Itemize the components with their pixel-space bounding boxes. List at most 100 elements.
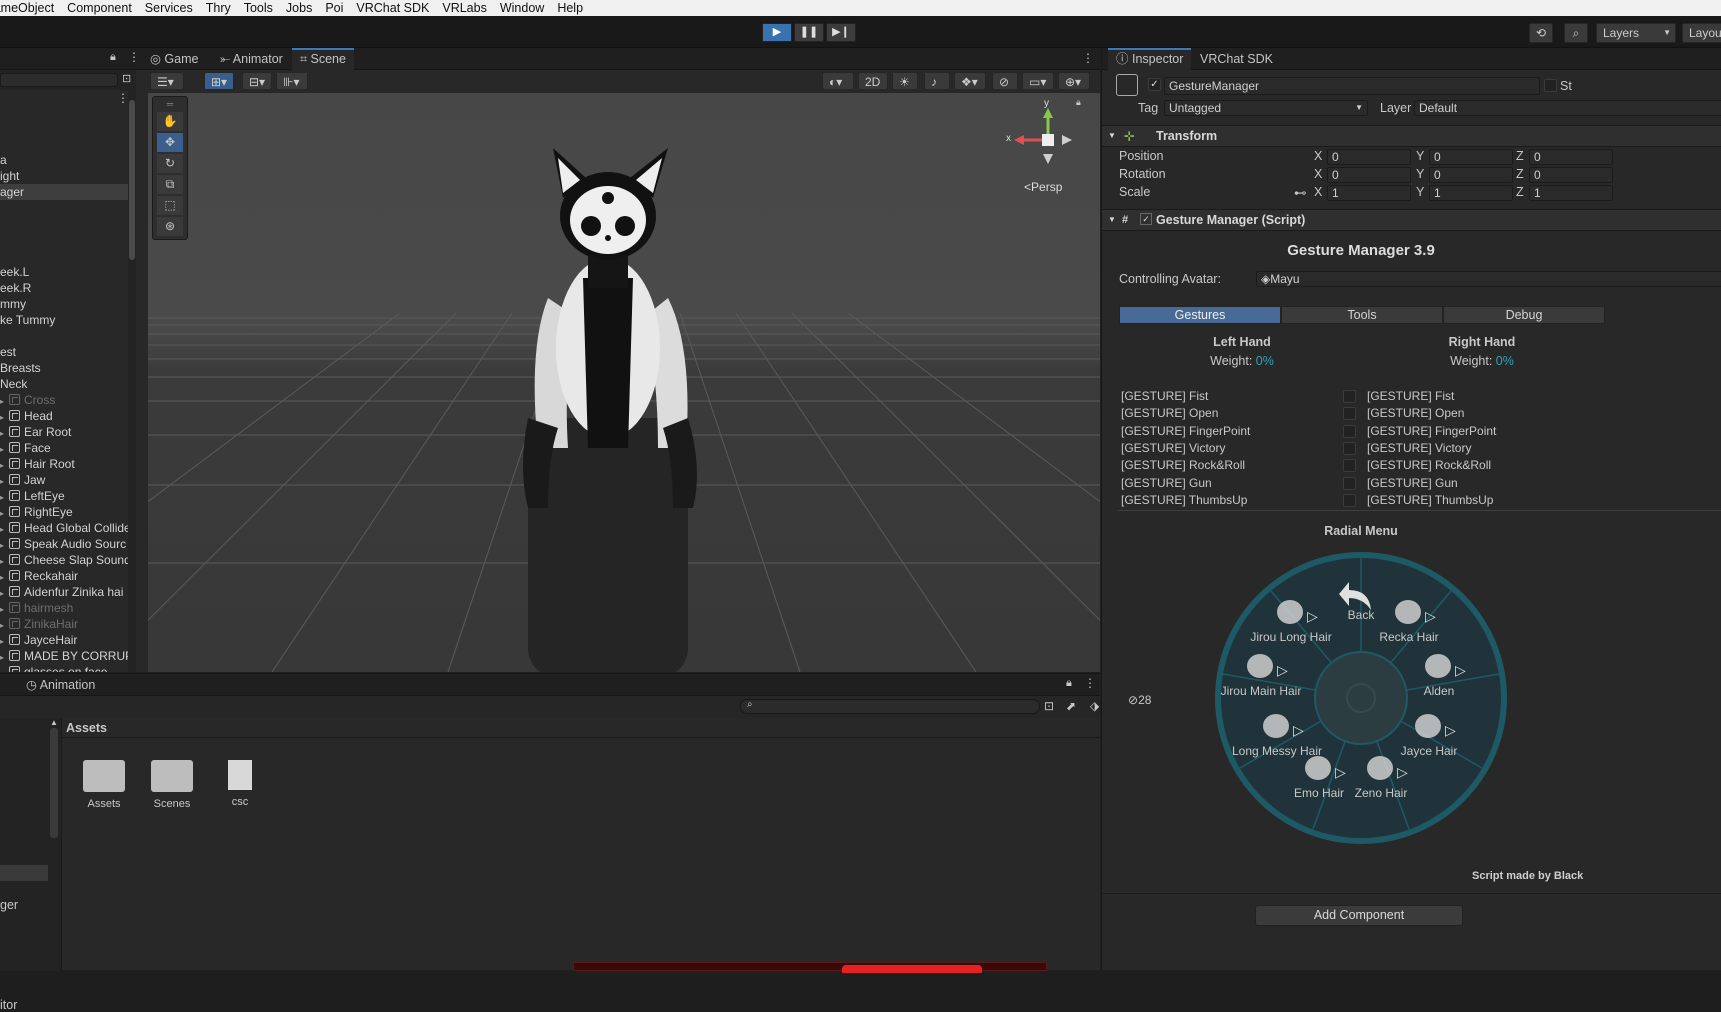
hierarchy-row[interactable]: ▸ Cross (0, 392, 55, 408)
filter-type-icon[interactable]: ⊡ (1044, 699, 1054, 713)
tab-animation[interactable]: ◷ Animation (18, 674, 103, 696)
tab-game[interactable]: ◎ Game (142, 48, 206, 70)
lock-icon[interactable]: 🔒︎ (1066, 677, 1072, 690)
hair-icon[interactable] (1263, 714, 1289, 738)
hierarchy-row[interactable]: ▸ Cheese Slap Sound (0, 552, 131, 568)
menu-item-gameobject[interactable]: GameObject (0, 1, 61, 15)
transform-position-z-field[interactable]: 0 (1529, 149, 1613, 165)
hierarchy-row[interactable]: ▸ Aidenfur Zinika hai (0, 584, 123, 600)
active-checkbox[interactable]: ✓ (1148, 78, 1161, 91)
hierarchy-row[interactable]: ▸ Reckahair (0, 568, 78, 584)
transform-scale-x-field[interactable]: 1 (1327, 185, 1411, 201)
hierarchy-scroll-thumb[interactable] (129, 100, 135, 260)
axis-x-label[interactable]: X (1314, 149, 1322, 163)
scene-visibility-icon[interactable]: ⊡ (122, 72, 131, 85)
tab-inspector[interactable]: ⓘ Inspector (1108, 48, 1192, 70)
hierarchy-row[interactable]: ▸ RightEye (0, 504, 73, 520)
hierarchy-row[interactable]: ▸ Head (0, 408, 53, 424)
right-gesture-option[interactable]: [GESTURE] Gun (1367, 476, 1458, 490)
gesture-checkbox[interactable] (1343, 493, 1356, 507)
hierarchy-row[interactable]: mmy (0, 296, 26, 312)
tag-icon[interactable]: ⬗ (1090, 699, 1099, 713)
right-gesture-option[interactable]: [GESTURE] Rock&Roll (1367, 458, 1491, 472)
transform-rotation-y-field[interactable]: 0 (1429, 167, 1513, 183)
menu-item-component[interactable]: Component (61, 1, 139, 15)
hierarchy-row[interactable]: ▸ JayceHair (0, 632, 77, 648)
transform-tool-icon[interactable]: ⊛ (157, 217, 183, 236)
scene-viewport[interactable]: y x 🔒︎ <Persp (148, 93, 1100, 672)
object-name-field[interactable]: GestureManager (1164, 77, 1540, 95)
gesture-checkbox[interactable] (1343, 476, 1356, 490)
transform-position-y-field[interactable]: 0 (1429, 149, 1513, 165)
2d-toggle[interactable]: 2D (858, 72, 888, 90)
file-item[interactable]: csc (210, 752, 270, 808)
gesture-checkbox[interactable] (1343, 441, 1356, 455)
axis-z-label[interactable]: Z (1516, 185, 1524, 199)
breadcrumb-assets[interactable]: Assets (66, 721, 107, 735)
left-gesture-option[interactable]: [GESTURE] Gun (1121, 476, 1212, 490)
filter-label-icon[interactable]: ⬈ (1066, 699, 1076, 713)
script-enabled-checkbox[interactable]: ✓ (1140, 213, 1152, 225)
palette-grip-icon[interactable]: ═ (160, 99, 180, 109)
menu-item-vrchat-sdk[interactable]: VRChat SDK (350, 1, 436, 15)
orientation-gizmo[interactable]: y x (1006, 98, 1088, 178)
hierarchy-row[interactable]: Neck (0, 376, 27, 392)
folder-item[interactable]: Scenes (142, 752, 202, 810)
constrain-proportions-icon[interactable]: ⊷ (1294, 185, 1307, 200)
folder-item[interactable]: Assets (74, 752, 134, 810)
left-gesture-option[interactable]: [GESTURE] Victory (1121, 441, 1225, 455)
right-gesture-option[interactable]: [GESTURE] Open (1367, 406, 1464, 420)
transform-rotation-z-field[interactable]: 0 (1529, 167, 1613, 183)
folder-tree-item[interactable]: itor (0, 998, 17, 1012)
rotate-tool-icon[interactable]: ↻ (157, 154, 183, 173)
tab-animator[interactable]: ⤜ Animator (212, 48, 291, 70)
right-gesture-option[interactable]: [GESTURE] ThumbsUp (1367, 493, 1493, 507)
tab-tools[interactable]: Tools (1281, 306, 1443, 324)
radial-item-label[interactable]: Recka Hair (1349, 630, 1469, 644)
static-checkbox[interactable] (1544, 79, 1557, 92)
view-options-icon[interactable]: ☰▾ (150, 72, 184, 90)
axis-y-label[interactable]: Y (1416, 149, 1424, 163)
hierarchy-row[interactable]: ▸ glasses on face (0, 664, 107, 672)
play-button[interactable]: ▶ (762, 23, 792, 42)
transform-scale-z-field[interactable]: 1 (1529, 185, 1613, 201)
gesture-checkbox[interactable] (1343, 424, 1356, 438)
gizmos-icon[interactable]: ⊕▾ (1058, 72, 1090, 90)
lock-icon[interactable]: 🔒︎ (110, 51, 116, 64)
radial-item-label[interactable]: Jayce Hair (1369, 744, 1489, 758)
transform-scale-y-field[interactable]: 1 (1429, 185, 1513, 201)
hierarchy-row[interactable]: ▸ Hair Root (0, 456, 75, 472)
draw-mode-icon[interactable]: ◐▾ (822, 72, 854, 90)
folder-tree-selection[interactable] (0, 865, 48, 881)
more-icon[interactable]: ⋮ (128, 50, 136, 64)
menu-item-window[interactable]: Window (494, 1, 551, 15)
hierarchy-row[interactable]: ▸ Ear Root (0, 424, 71, 440)
folder-tree-item[interactable]: ger (0, 898, 18, 912)
rect-tool-icon[interactable]: ⬚ (157, 196, 183, 215)
menu-item-thry[interactable]: Thry (200, 1, 238, 15)
hierarchy-search-bar[interactable]: ⊡ (0, 70, 136, 90)
radial-item-label[interactable]: Jirou Long Hair (1231, 630, 1351, 644)
hierarchy-row[interactable]: eek.L (0, 264, 29, 280)
gesture-checkbox[interactable] (1343, 390, 1356, 403)
ruler-icon[interactable]: ⊪▾ (276, 72, 308, 90)
hierarchy-row[interactable]: ight (0, 168, 19, 184)
right-gesture-option[interactable]: [GESTURE] FingerPoint (1367, 424, 1496, 438)
expand-arrow-icon[interactable]: ▸ (0, 666, 9, 672)
radial-item-label[interactable]: Emo Hair (1259, 786, 1379, 800)
audio-icon[interactable]: ♪ (924, 72, 950, 90)
pause-button[interactable]: ❚❚ (794, 23, 824, 42)
left-gesture-option[interactable]: [GESTURE] Fist (1121, 389, 1208, 403)
hierarchy-row[interactable]: ▸ Speak Audio Sourc (0, 536, 126, 552)
hierarchy-row[interactable]: ▸ ZinikaHair (0, 616, 78, 632)
hidden-objects-icon[interactable]: ⊘ (992, 72, 1018, 90)
hierarchy-row[interactable]: a (0, 152, 7, 168)
hierarchy-row[interactable]: ager (0, 184, 132, 200)
hair-icon[interactable] (1277, 600, 1303, 624)
camera-icon[interactable]: ▭▾ (1022, 72, 1054, 90)
hand-tool-icon[interactable]: ✋ (157, 112, 183, 131)
hierarchy-row[interactable]: ke Tummy (0, 312, 55, 328)
radial-item-label[interactable]: Jirou Main Hair (1201, 684, 1321, 698)
hierarchy-row[interactable]: ▸ Head Global Collide (0, 520, 131, 536)
left-gesture-option[interactable]: [GESTURE] FingerPoint (1121, 424, 1250, 438)
